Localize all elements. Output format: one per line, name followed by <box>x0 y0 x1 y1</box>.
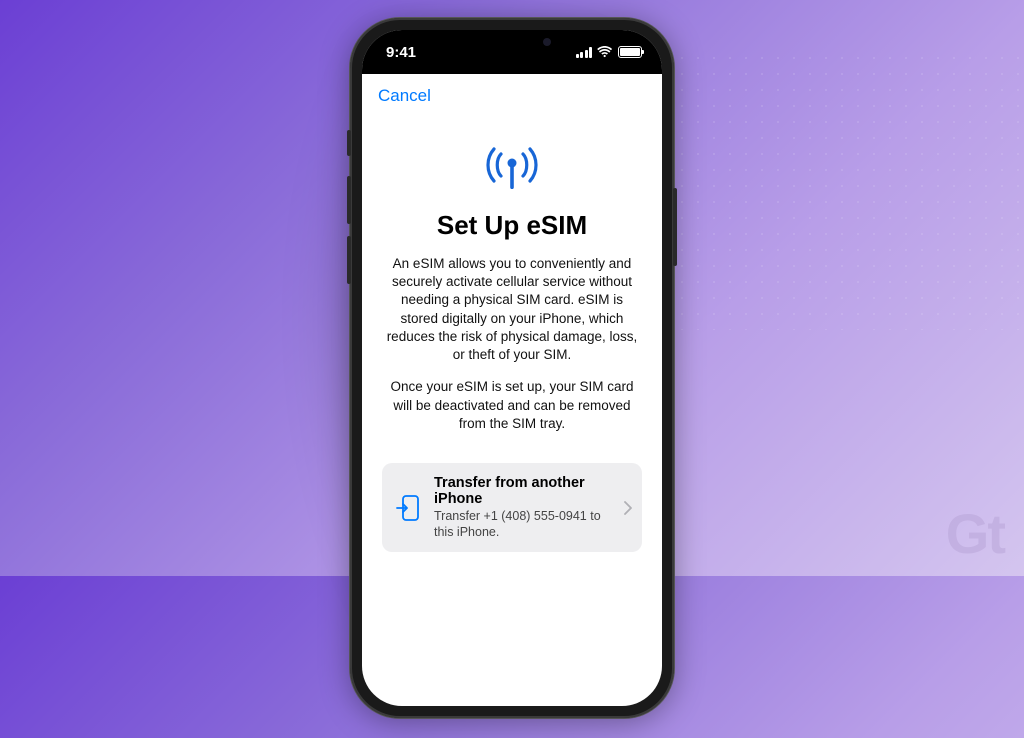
description-paragraph-2: Once your eSIM is set up, your SIM card … <box>382 378 642 433</box>
chevron-right-icon <box>624 501 632 515</box>
watermark-logo: Gt <box>946 501 1004 566</box>
power-button <box>673 188 677 266</box>
cellular-signal-icon <box>576 47 593 58</box>
option-title: Transfer from another iPhone <box>434 475 610 507</box>
status-icons <box>576 46 643 58</box>
background-dot-grid <box>674 50 1024 330</box>
option-text: Transfer from another iPhone Transfer +1… <box>434 475 610 541</box>
battery-fill <box>620 48 640 56</box>
phone-frame: 9:41 Cancel <box>350 18 674 718</box>
mute-switch <box>347 130 351 156</box>
cellular-antenna-icon <box>485 146 539 192</box>
transfer-icon <box>396 494 420 522</box>
status-time: 9:41 <box>386 44 416 61</box>
volume-up-button <box>347 176 351 224</box>
page-title: Set Up eSIM <box>382 210 642 241</box>
cancel-button[interactable]: Cancel <box>378 86 431 106</box>
volume-down-button <box>347 236 351 284</box>
wifi-icon <box>597 46 613 58</box>
content-area: Set Up eSIM An eSIM allows you to conven… <box>362 118 662 552</box>
battery-icon <box>618 46 642 58</box>
option-subtitle: Transfer +1 (408) 555-0941 to this iPhon… <box>434 508 610 541</box>
notch <box>447 30 577 58</box>
phone-mockup: 9:41 Cancel <box>350 18 674 718</box>
nav-bar: Cancel <box>362 74 662 118</box>
transfer-option-button[interactable]: Transfer from another iPhone Transfer +1… <box>382 463 642 553</box>
phone-screen: 9:41 Cancel <box>362 30 662 706</box>
description-paragraph-1: An eSIM allows you to conveniently and s… <box>382 255 642 364</box>
